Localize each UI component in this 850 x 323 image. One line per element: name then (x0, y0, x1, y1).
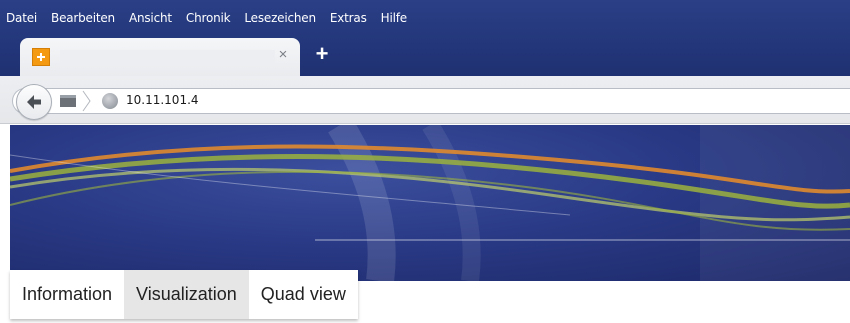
menu-chronik[interactable]: Chronik (186, 11, 231, 25)
tab-title (60, 50, 275, 64)
close-icon[interactable]: × (275, 47, 291, 63)
bookmarks-icon[interactable] (60, 95, 80, 107)
chevron-right-icon (82, 90, 91, 112)
menu-lesezeichen[interactable]: Lesezeichen (244, 11, 316, 25)
back-arrow-icon (27, 95, 41, 109)
tab-visualization[interactable]: Visualization (124, 270, 249, 319)
menu-extras[interactable]: Extras (330, 11, 367, 25)
url-text[interactable]: 10.11.101.4 (126, 93, 199, 107)
header-banner (10, 125, 850, 281)
back-button[interactable] (16, 84, 52, 120)
tab-quad-view[interactable]: Quad view (248, 270, 358, 319)
page-tabs: Information Visualization Quad view (10, 270, 358, 319)
tab-information[interactable]: Information (10, 270, 125, 319)
menu-bar: Datei Bearbeiten Ansicht Chronik Lesezei… (0, 0, 421, 36)
menu-hilfe[interactable]: Hilfe (381, 11, 408, 25)
browser-tab[interactable]: × (20, 38, 300, 76)
menu-bearbeiten[interactable]: Bearbeiten (51, 11, 115, 25)
menu-datei[interactable]: Datei (6, 11, 37, 25)
plus-box-icon (32, 48, 50, 66)
new-tab-button[interactable]: + (312, 43, 332, 65)
globe-icon[interactable] (102, 93, 118, 109)
wave-graphic (10, 125, 850, 281)
menu-ansicht[interactable]: Ansicht (129, 11, 172, 25)
